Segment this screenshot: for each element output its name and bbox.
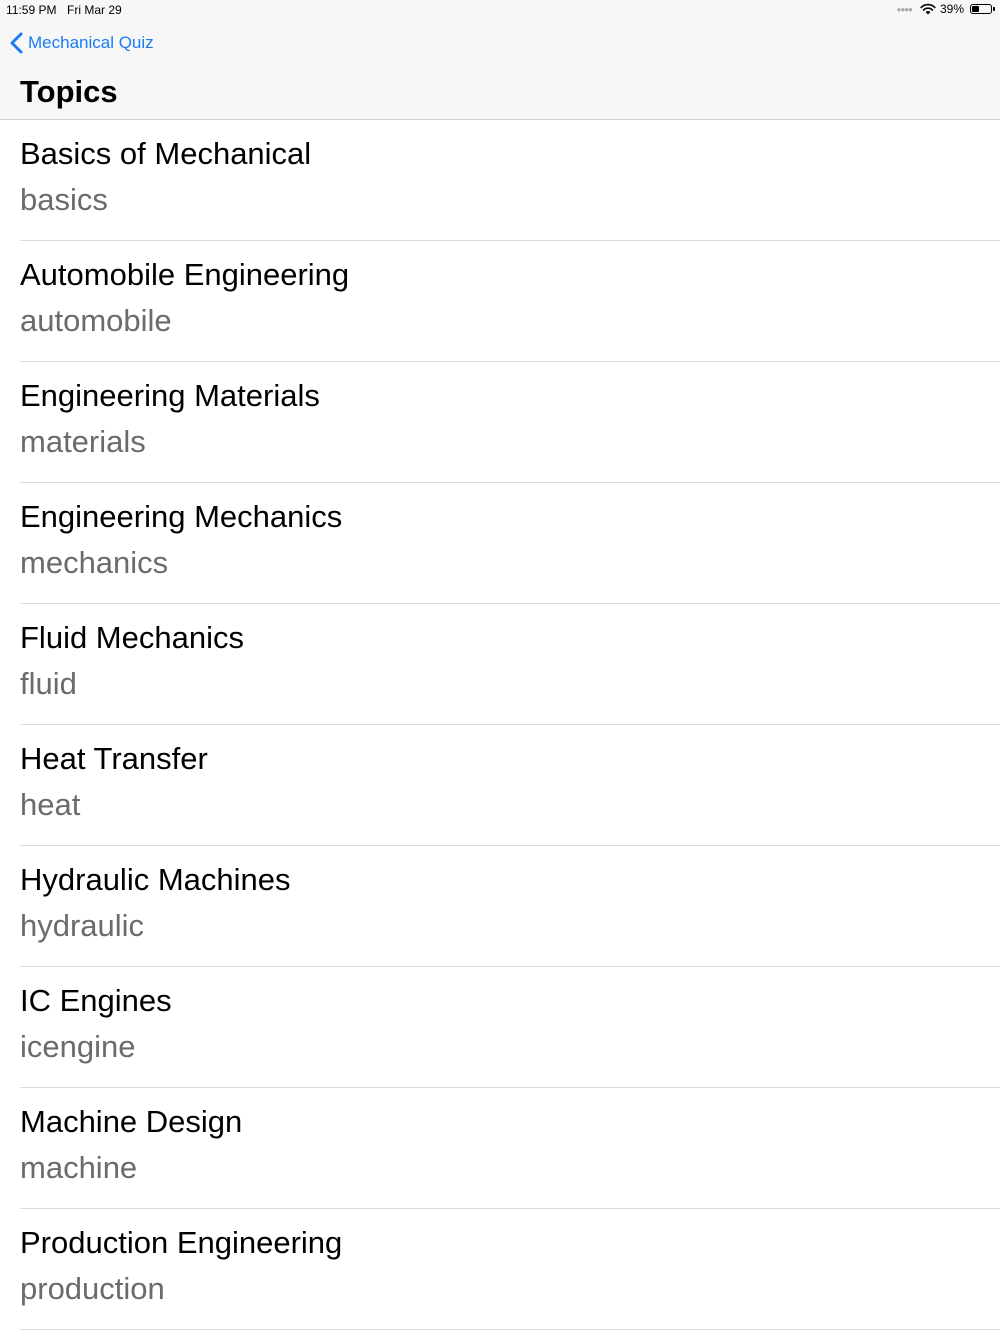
topic-title: Machine Design	[20, 1104, 243, 1139]
topic-subtitle: materials	[20, 424, 146, 459]
topic-subtitle: icengine	[20, 1029, 136, 1064]
topic-title: IC Engines	[20, 983, 172, 1018]
topic-row[interactable]: Automobile Engineering automobile	[0, 241, 1000, 362]
topic-subtitle: fluid	[20, 666, 77, 701]
topic-row[interactable]: IC Engines icengine	[0, 967, 1000, 1088]
topic-title: Heat Transfer	[20, 741, 208, 776]
back-button[interactable]: Mechanical Quiz	[10, 32, 154, 54]
topic-subtitle: automobile	[20, 303, 172, 338]
topics-list: Basics of Mechanical basics Automobile E…	[0, 120, 1000, 1330]
status-bar: 11:59 PM Fri Mar 29 ●●●● 39%	[0, 0, 1000, 22]
topic-title: Production Engineering	[20, 1225, 343, 1260]
topic-title: Basics of Mechanical	[20, 136, 312, 171]
topic-subtitle: machine	[20, 1150, 138, 1185]
topic-title: Hydraulic Machines	[20, 862, 291, 897]
topic-title: Fluid Mechanics	[20, 620, 244, 655]
topic-subtitle: production	[20, 1271, 165, 1306]
topic-row[interactable]: Basics of Mechanical basics	[0, 120, 1000, 241]
topic-subtitle: heat	[20, 787, 81, 822]
battery-cap	[993, 7, 995, 11]
topic-row[interactable]: Machine Design machine	[0, 1088, 1000, 1209]
topic-row[interactable]: Engineering Mechanics mechanics	[0, 483, 1000, 604]
battery-percent: 39%	[939, 2, 964, 16]
battery-level	[972, 6, 979, 12]
back-button-label: Mechanical Quiz	[28, 33, 154, 52]
topic-title: Engineering Mechanics	[20, 499, 343, 534]
wifi-icon	[920, 3, 936, 15]
status-indicators: ●●●● 39%	[896, 2, 995, 16]
status-date: Fri Mar 29	[67, 3, 122, 17]
topic-subtitle: hydraulic	[20, 908, 145, 943]
topic-row[interactable]: Hydraulic Machines hydraulic	[0, 846, 1000, 967]
topic-row[interactable]: Heat Transfer heat	[0, 725, 1000, 846]
topic-subtitle: basics	[20, 182, 108, 217]
navigation-bar: Mechanical Quiz Topics	[0, 22, 1000, 120]
topic-row[interactable]: Engineering Materials materials	[0, 362, 1000, 483]
cellular-signal-icon: ●●●●	[896, 4, 913, 14]
topic-row[interactable]: Production Engineering production	[0, 1209, 1000, 1330]
topic-row[interactable]: Fluid Mechanics fluid	[0, 604, 1000, 725]
battery-icon	[970, 4, 995, 14]
topic-title: Automobile Engineering	[20, 257, 350, 292]
topic-title: Engineering Materials	[20, 378, 320, 413]
chevron-left-icon	[10, 32, 23, 54]
status-time: 11:59 PM	[6, 3, 57, 17]
page-title: Topics	[20, 74, 118, 109]
topic-subtitle: mechanics	[20, 545, 169, 580]
